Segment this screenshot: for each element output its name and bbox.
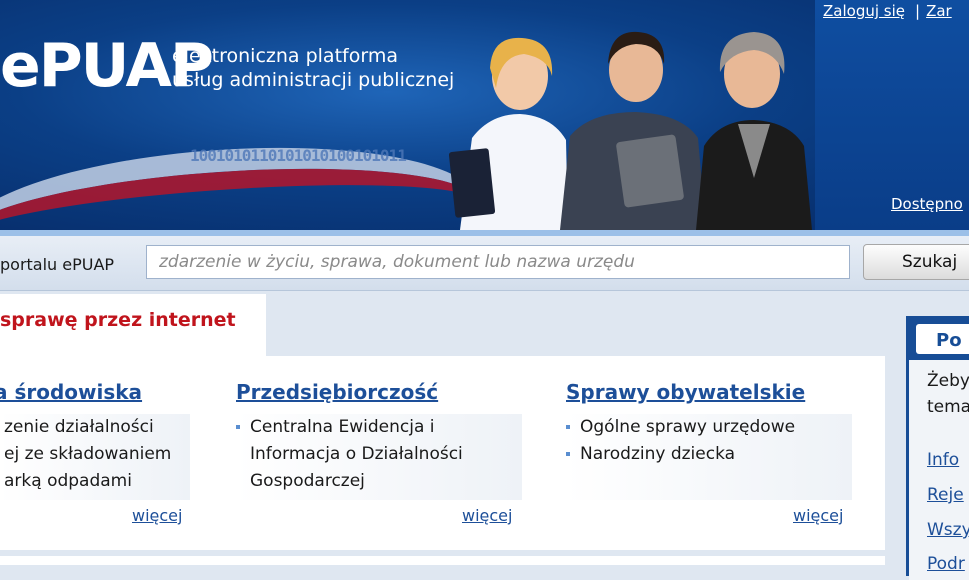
next-panel-edge xyxy=(0,556,885,565)
section-heading: sprawę przez internet xyxy=(0,309,236,331)
right-box-link[interactable]: Wszy xyxy=(927,520,969,540)
more-link[interactable]: więcej xyxy=(793,506,843,525)
list-item[interactable]: Informacja o Działalności xyxy=(236,441,522,468)
more-link[interactable]: więcej xyxy=(462,506,512,525)
binary-decoration: 1001010110101010100101011 xyxy=(190,146,407,165)
right-box-link[interactable]: Info xyxy=(927,450,959,470)
search-button[interactable]: Szukaj xyxy=(863,244,969,280)
login-link[interactable]: Zaloguj się xyxy=(823,2,905,20)
list-item[interactable]: Narodziny dziecka xyxy=(566,441,852,468)
site-tagline: elektroniczna platforma usług administra… xyxy=(172,44,454,92)
top-links: Zaloguj się | Zar xyxy=(823,2,952,20)
list-item[interactable]: Gospodarczej xyxy=(236,468,522,495)
list-item[interactable]: Centralna Ewidencja i xyxy=(236,414,522,441)
right-box-title: Po xyxy=(936,330,962,351)
tagline-line-2: usług administracji publicznej xyxy=(172,69,455,91)
header-people-illustration xyxy=(448,31,812,230)
category-title[interactable]: Przedsiębiorczość xyxy=(236,380,438,404)
right-box-content: Żeby tema Info Reje Wszy Podr xyxy=(909,360,969,580)
top-links-separator: | xyxy=(915,2,921,20)
category-title[interactable]: a środowiska xyxy=(0,380,142,404)
category-title[interactable]: Sprawy obywatelskie xyxy=(566,380,805,404)
right-sidebar-box: Po Żeby tema Info Reje Wszy Podr xyxy=(906,316,969,580)
right-box-text-line-2: tema xyxy=(927,397,969,417)
right-box-text-line-1: Żeby xyxy=(927,371,969,391)
search-bar: portalu ePUAP Szukaj xyxy=(0,236,969,291)
right-box-text: Żeby tema xyxy=(927,368,969,420)
right-box-link[interactable]: Podr xyxy=(927,554,965,574)
section-tab: sprawę przez internet xyxy=(0,294,266,356)
site-header: 1001010110101010100101011 ePUAP elektron… xyxy=(0,0,969,230)
list-item[interactable]: ej ze składowaniem xyxy=(0,441,190,468)
category-box: zenie działalności ej ze składowaniem ar… xyxy=(0,414,190,500)
right-box-header: Po xyxy=(916,324,969,354)
accessibility-link[interactable]: Dostępno xyxy=(891,195,963,213)
list-item[interactable]: zenie działalności xyxy=(0,414,190,441)
more-link[interactable]: więcej xyxy=(132,506,182,525)
category-box: Centralna Ewidencja i Informacja o Dział… xyxy=(236,414,522,500)
category-box: Ogólne sprawy urzędowe Narodziny dziecka xyxy=(566,414,852,500)
list-item[interactable]: Ogólne sprawy urzędowe xyxy=(566,414,852,441)
search-input[interactable] xyxy=(146,245,850,279)
categories-panel: a środowiska zenie działalności ej ze sk… xyxy=(0,356,885,550)
tagline-line-1: elektroniczna platforma xyxy=(172,45,398,67)
register-link[interactable]: Zar xyxy=(926,2,952,20)
search-label: portalu ePUAP xyxy=(0,255,115,274)
right-box-link[interactable]: Reje xyxy=(927,485,964,505)
list-item[interactable]: arką odpadami xyxy=(0,468,190,495)
